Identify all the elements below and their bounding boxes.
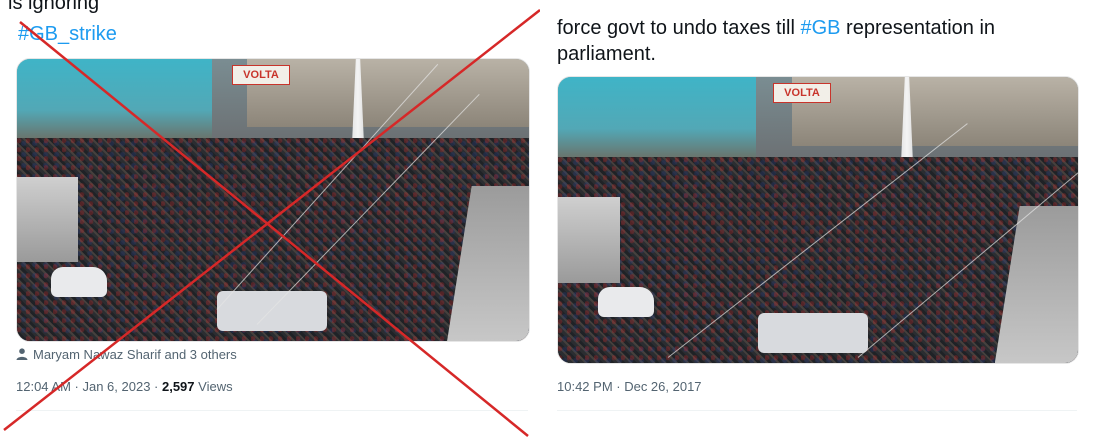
- tweet-text-line2: parliament.: [557, 43, 656, 65]
- tweet-text-line1: force govt to undo taxes till #GB repres…: [557, 15, 995, 41]
- views-label: Views: [194, 379, 233, 394]
- divider: [557, 410, 1077, 411]
- photo-car: [598, 287, 654, 317]
- tweet-text-partial: is ignoring: [8, 0, 100, 14]
- tweet-text-suffix: representation in: [840, 17, 996, 39]
- hashtag-link[interactable]: #GB_strike: [18, 21, 117, 47]
- tweet-timestamp[interactable]: 12:04 AM · Jan 6, 2023 ·: [16, 379, 162, 394]
- photo-sign: VOLTA: [773, 83, 831, 103]
- photo-car: [51, 267, 107, 297]
- tweet-metadata: 12:04 AM · Jan 6, 2023 · 2,597 Views: [16, 379, 233, 394]
- crowd-photo[interactable]: VOLTA: [16, 58, 530, 342]
- left-tweet-panel: is ignoring #GB_strike VOLTA Maryam Nawa…: [0, 0, 540, 438]
- photo-building-left: [558, 77, 756, 163]
- photo-van: [758, 313, 868, 353]
- tweet-text-prefix: force govt to undo taxes till: [557, 17, 801, 39]
- tagged-people-label: Maryam Nawaz Sharif and 3 others: [33, 347, 237, 362]
- photo-sign: VOLTA: [232, 65, 290, 85]
- tagged-people[interactable]: Maryam Nawaz Sharif and 3 others: [16, 347, 237, 362]
- divider: [16, 410, 528, 411]
- photo-roof-left: [558, 197, 621, 283]
- photo-roof-left: [17, 177, 79, 263]
- person-icon: [16, 348, 28, 360]
- hashtag-link[interactable]: #GB: [800, 17, 840, 39]
- photo-building-left: [17, 59, 212, 144]
- photo-building-right: [792, 77, 1078, 146]
- views-count: 2,597: [161, 379, 195, 394]
- photo-van: [217, 291, 327, 331]
- right-tweet-panel: force govt to undo taxes till #GB repres…: [540, 0, 1100, 438]
- tweet-timestamp[interactable]: 10:42 PM · Dec 26, 2017: [557, 379, 702, 394]
- crowd-photo[interactable]: VOLTA: [557, 76, 1079, 364]
